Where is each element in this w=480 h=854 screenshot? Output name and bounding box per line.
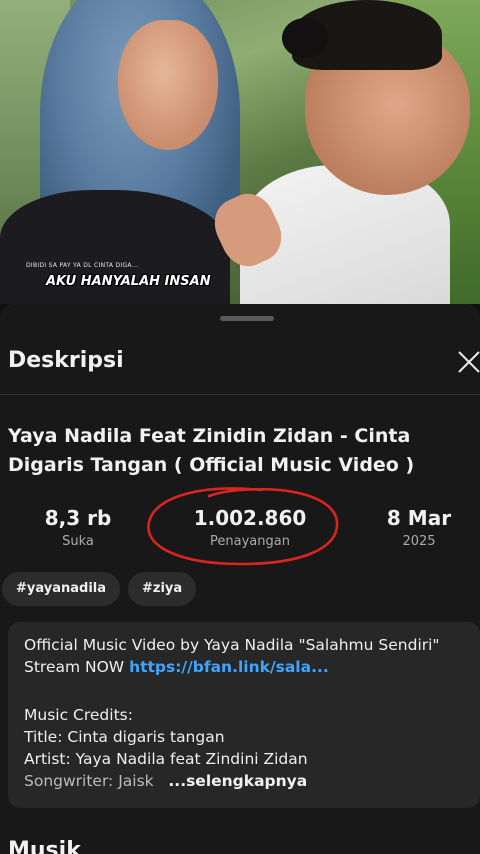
show-more-link[interactable]: ...selengkapnya [168, 772, 307, 790]
description-card[interactable]: Official Music Video by Yaya Nadila "Sal… [8, 622, 480, 808]
header-divider [0, 394, 480, 395]
video-player[interactable]: DIBIDI SA PAY YA DL CINTA DIGA... AKU HA… [0, 0, 480, 304]
hashtag-chip-yayanadila[interactable]: #yayanadila [2, 572, 121, 606]
video-lyric-caption: AKU HANYALAH INSAN [46, 274, 211, 289]
songwriter-prefix: Songwriter: Jaisk [24, 772, 154, 790]
stream-prefix: Stream NOW [24, 658, 130, 676]
video-caption-small: DIBIDI SA PAY YA DL CINTA DIGA... [26, 262, 139, 269]
stream-link[interactable]: https://bfan.link/sala... [129, 658, 329, 676]
drag-handle[interactable] [220, 316, 274, 321]
sheet-title: Deskripsi [8, 348, 124, 373]
man-hair-bun [282, 18, 328, 58]
hashtag-chip-ziya[interactable]: #ziya [128, 572, 197, 606]
description-sheet: Deskripsi Yaya Nadila Feat Zinidin Zidan… [0, 304, 480, 854]
woman-face [118, 20, 218, 150]
close-icon[interactable] [456, 349, 480, 375]
credit-artist: Artist: Yaya Nadila feat Zindini Zidan [24, 750, 308, 768]
publish-date: 8 Mar [386, 506, 452, 530]
credit-title: Title: Cinta digaris tangan [24, 728, 225, 746]
music-section-heading: Musik [8, 838, 81, 854]
likes-stat: 8,3 rb Suka [26, 506, 130, 549]
likes-count: 8,3 rb [44, 506, 112, 530]
description-line: Official Music Video by Yaya Nadila "Sal… [24, 636, 440, 654]
likes-label: Suka [62, 534, 94, 549]
video-title: Yaya Nadila Feat Zinidin Zidan - Cinta D… [8, 425, 415, 476]
credit-songwriter: Songwriter: Jaisk ...selengkapnya [24, 772, 307, 790]
hand-drawn-circle-annotation [147, 487, 339, 566]
credits-heading: Music Credits: [24, 706, 133, 724]
stream-line: Stream NOW https://bfan.link/sala... [24, 658, 329, 676]
publish-year: 2025 [402, 534, 436, 549]
date-stat: 8 Mar 2025 [364, 506, 474, 549]
